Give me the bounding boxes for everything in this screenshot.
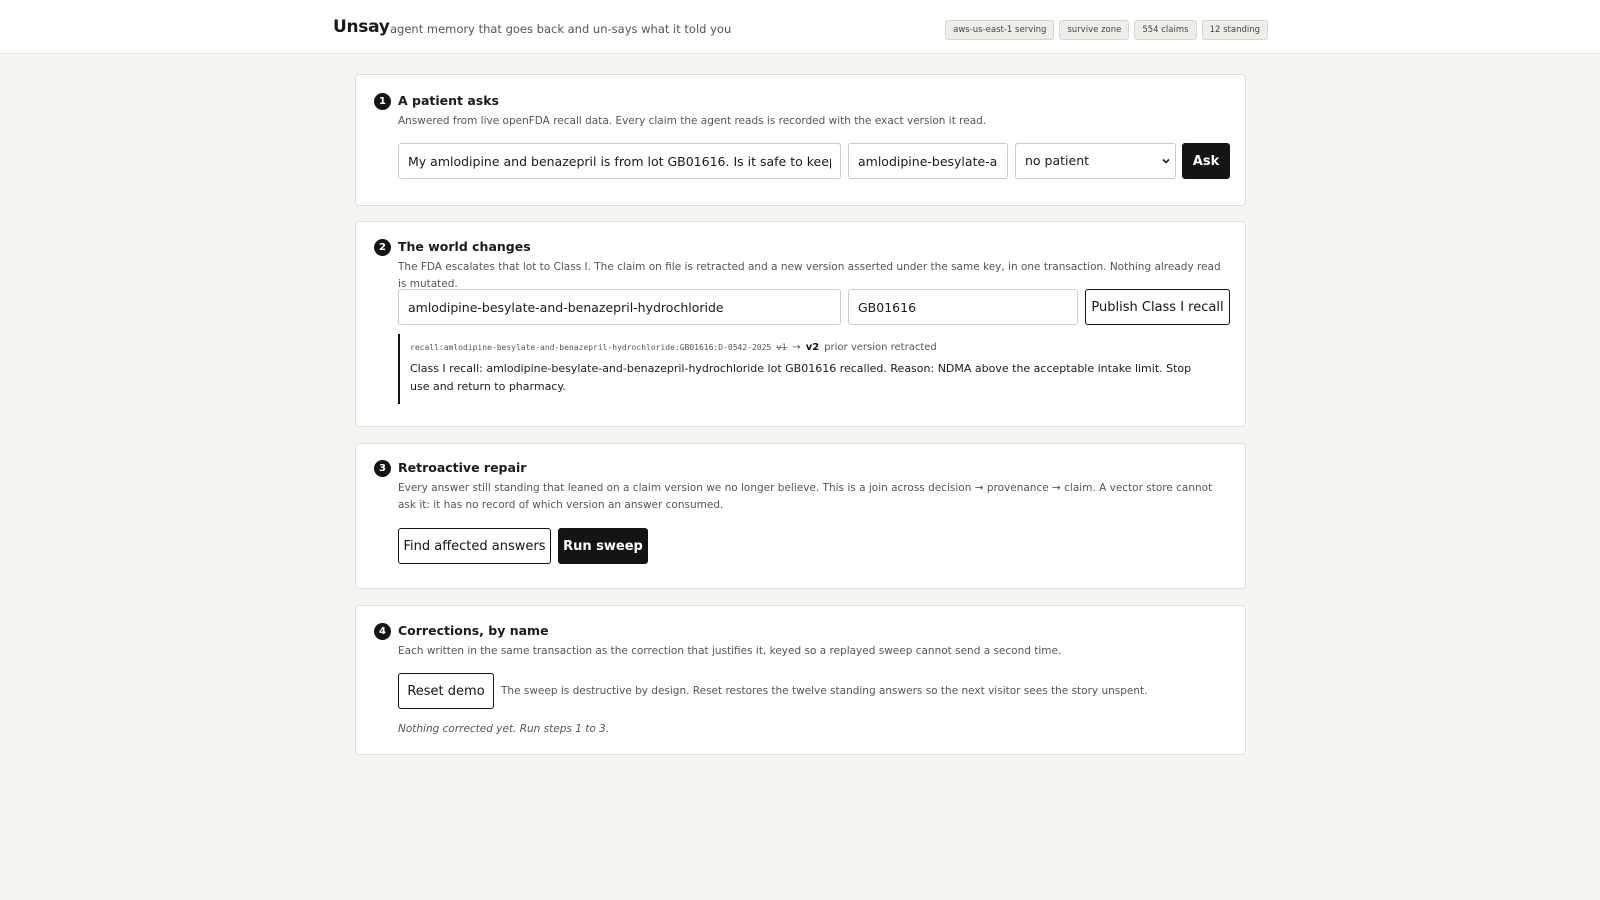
step-4-card: 4 Corrections, by name Each written in t…	[355, 605, 1246, 755]
step-3-number: 3	[374, 460, 391, 477]
claim-record: recall:amlodipine-besylate-and-benazepri…	[398, 334, 1221, 404]
step-4-title: Corrections, by name	[398, 623, 549, 638]
step-4-number: 4	[374, 623, 391, 640]
question-input[interactable]	[398, 143, 841, 179]
claim-version-line: recall:amlodipine-besylate-and-benazepri…	[410, 342, 1221, 353]
step-3-description: Every answer still standing that leaned …	[398, 482, 1213, 511]
reset-demo-button[interactable]: Reset demo	[398, 673, 494, 709]
find-affected-button[interactable]: Find affected answers	[398, 528, 551, 564]
step-2-description: The FDA escalates that lot to Class I. T…	[398, 261, 1221, 290]
drug-input[interactable]	[848, 143, 1008, 179]
step-1-number: 1	[374, 93, 391, 110]
publish-recall-button[interactable]: Publish Class I recall	[1085, 289, 1230, 325]
standing-count-badge: 12 standing	[1201, 20, 1268, 40]
recall-lot-input[interactable]	[848, 289, 1078, 325]
brand-tagline: agent memory that goes back and un-says …	[390, 22, 732, 36]
run-sweep-button[interactable]: Run sweep	[558, 528, 648, 564]
step-3-title: Retroactive repair	[398, 460, 527, 475]
claims-count-badge: 554 claims	[1134, 20, 1197, 40]
top-bar: Unsay agent memory that goes back and un…	[0, 0, 1600, 54]
step-2-card: 2 The world changes The FDA escalates th…	[355, 221, 1246, 427]
claim-text: Class I recall: amlodipine-besylate-and-…	[410, 362, 1192, 393]
step-1-card: 1 A patient asks Answered from live open…	[355, 74, 1246, 206]
new-version: v2	[805, 342, 820, 353]
arrow-right-icon: →	[792, 342, 801, 353]
status-badges: aws-us-east-1 serving survive zone 554 c…	[945, 20, 1268, 40]
step-2-title: The world changes	[398, 239, 531, 254]
ask-button[interactable]: Ask	[1182, 143, 1230, 179]
step-2-number: 2	[374, 239, 391, 256]
region-badge: aws-us-east-1 serving	[945, 20, 1055, 40]
brand-title: Unsay	[333, 17, 390, 37]
reset-note: The sweep is destructive by design. Rese…	[501, 685, 1148, 697]
zone-badge: survive zone	[1059, 20, 1130, 40]
retracted-note: prior version retracted	[824, 342, 937, 353]
step-1-title: A patient asks	[398, 93, 500, 108]
old-version: v1	[776, 343, 788, 353]
claim-key: recall:amlodipine-besylate-and-benazepri…	[410, 343, 772, 352]
corrections-empty-state: Nothing corrected yet. Run steps 1 to 3.	[398, 723, 610, 735]
patient-select[interactable]: no patient	[1015, 143, 1176, 179]
recall-drug-input[interactable]	[398, 289, 841, 325]
step-3-card: 3 Retroactive repair Every answer still …	[355, 443, 1246, 589]
step-1-description: Answered from live openFDA recall data. …	[398, 115, 987, 127]
step-4-description: Each written in the same transaction as …	[398, 645, 1062, 657]
